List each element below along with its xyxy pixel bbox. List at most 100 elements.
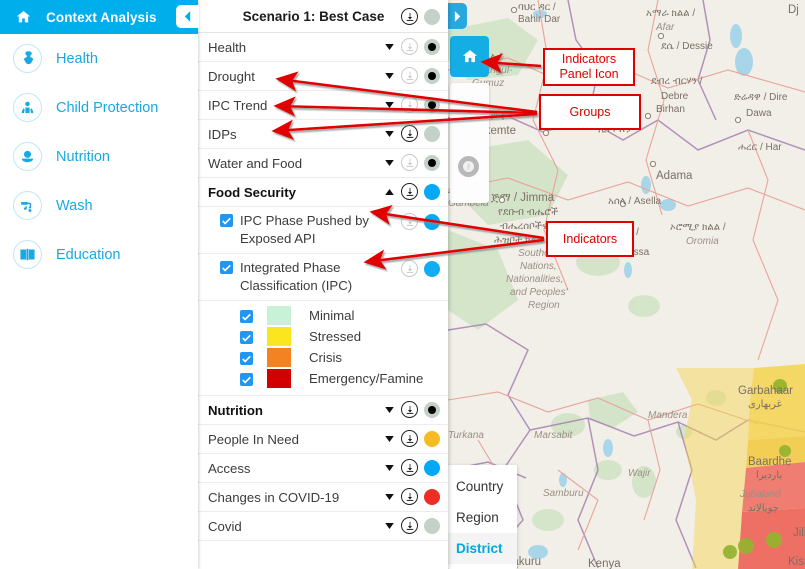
group-row-access[interactable]: Access: [198, 454, 448, 483]
chevron-up-icon[interactable]: [384, 186, 395, 197]
indicator-label: IPC Phase Pushed by Exposed API: [240, 213, 370, 246]
map-place-label: Debre: [661, 91, 689, 102]
status-dot[interactable]: [424, 401, 440, 418]
download-icon[interactable]: [401, 67, 418, 84]
group-row-health[interactable]: Health: [198, 33, 448, 62]
home-icon[interactable]: [13, 7, 33, 27]
download-icon[interactable]: [401, 183, 418, 200]
status-dot[interactable]: [424, 459, 440, 476]
chevron-down-icon[interactable]: [384, 99, 395, 110]
group-row-idps[interactable]: IDPs: [198, 120, 448, 149]
child-protection-icon: [13, 93, 42, 122]
map-place-label: Oromia: [686, 236, 719, 247]
status-dot[interactable]: [424, 154, 440, 171]
group-row-drought[interactable]: Drought: [198, 62, 448, 91]
row-controls: [384, 37, 440, 55]
legend-label: Crisis: [309, 350, 342, 365]
row-controls: [384, 95, 440, 113]
indicator-checkbox[interactable]: [220, 261, 233, 274]
chevron-right-icon[interactable]: [448, 3, 467, 29]
row-controls: [401, 212, 440, 230]
group-row-water-and-food[interactable]: Water and Food: [198, 149, 448, 178]
map-place-label: and Peoples': [510, 287, 568, 298]
status-dot[interactable]: [424, 488, 440, 505]
status-dot[interactable]: [424, 517, 440, 534]
admin-level-country[interactable]: Country: [448, 471, 517, 502]
download-icon[interactable]: [401, 154, 418, 171]
legend-checkbox[interactable]: [240, 373, 253, 386]
indicator-row-ipc-phase-pushed[interactable]: IPC Phase Pushed by Exposed API: [198, 207, 448, 254]
map-place-label: የደቡብ ብሔሮች: [498, 207, 559, 218]
group-label: Changes in COVID-19: [208, 490, 340, 505]
sidebar-item-health[interactable]: Health: [0, 34, 198, 83]
download-icon[interactable]: [401, 38, 418, 55]
download-icon[interactable]: [401, 459, 418, 476]
globe-icon[interactable]: [458, 156, 479, 177]
sidebar-item-wash[interactable]: Wash: [0, 181, 198, 230]
group-row-nutrition[interactable]: Nutrition: [198, 396, 448, 425]
sidebar-item-nutrition[interactable]: Nutrition: [0, 132, 198, 181]
map-place-label: باردیرا: [756, 470, 783, 481]
legend-item-minimal[interactable]: Minimal: [240, 305, 448, 326]
legend-checkbox[interactable]: [240, 310, 253, 323]
download-icon[interactable]: [401, 517, 418, 534]
status-dot[interactable]: [424, 213, 440, 230]
group-row-food-security[interactable]: Food Security: [198, 178, 448, 207]
chevron-down-icon[interactable]: [384, 462, 395, 473]
status-dot[interactable]: [424, 183, 440, 200]
download-icon[interactable]: [401, 488, 418, 505]
chevron-down-icon[interactable]: [384, 70, 395, 81]
chevron-down-icon[interactable]: [384, 157, 395, 168]
status-dot[interactable]: [424, 260, 440, 277]
download-icon[interactable]: [401, 430, 418, 447]
indicator-checkbox[interactable]: [220, 214, 233, 227]
row-controls: [384, 487, 440, 505]
sidebar-item-child-protection[interactable]: Child Protection: [0, 83, 198, 132]
chevron-down-icon[interactable]: [384, 520, 395, 531]
legend-checkbox[interactable]: [240, 331, 253, 344]
home-icon: [462, 50, 477, 63]
map-place-label: Jili: [793, 527, 805, 539]
legend-checkbox[interactable]: [240, 352, 253, 365]
group-row-ipc-trend[interactable]: IPC Trend: [198, 91, 448, 120]
admin-level-region[interactable]: Region: [448, 502, 517, 533]
indicators-panel-home-button[interactable]: [450, 36, 489, 77]
download-icon[interactable]: [401, 213, 418, 230]
map-place-label: ድሬዳዋ / Dire: [734, 92, 788, 103]
legend-item-crisis[interactable]: Crisis: [240, 347, 448, 368]
status-dot[interactable]: [424, 430, 440, 447]
chevron-down-icon[interactable]: [384, 41, 395, 52]
chevron-left-icon[interactable]: [176, 5, 199, 28]
status-dot[interactable]: [424, 8, 440, 25]
indicator-row-integrated-phase-classification[interactable]: Integrated Phase Classification (IPC): [198, 254, 448, 301]
status-dot[interactable]: [424, 125, 440, 142]
row-controls: [384, 516, 440, 534]
sidebar-item-label: Child Protection: [56, 99, 159, 116]
download-icon[interactable]: [401, 8, 418, 25]
map-place-label: Jubaland: [740, 489, 781, 500]
nutrition-icon: [13, 142, 42, 171]
chevron-down-icon[interactable]: [384, 491, 395, 502]
panel-header: Scenario 1: Best Case: [198, 0, 448, 33]
group-row-people-in-need[interactable]: People In Need: [198, 425, 448, 454]
download-icon[interactable]: [401, 96, 418, 113]
group-row-covid[interactable]: Covid: [198, 512, 448, 541]
legend-label: Minimal: [309, 308, 355, 323]
group-row-changes-in-covid-19[interactable]: Changes in COVID-19: [198, 483, 448, 512]
legend-item-emergency-famine[interactable]: Emergency/Famine: [240, 368, 448, 389]
health-icon: [13, 44, 42, 73]
admin-level-selector[interactable]: Country Region District: [448, 465, 517, 569]
status-dot[interactable]: [424, 67, 440, 84]
status-dot[interactable]: [424, 38, 440, 55]
chevron-down-icon[interactable]: [384, 128, 395, 139]
download-icon[interactable]: [401, 125, 418, 142]
chevron-down-icon[interactable]: [384, 404, 395, 415]
status-dot[interactable]: [424, 96, 440, 113]
map-place-label: Nations,: [520, 261, 557, 272]
legend-item-stressed[interactable]: Stressed: [240, 326, 448, 347]
chevron-down-icon[interactable]: [384, 433, 395, 444]
download-icon[interactable]: [401, 260, 418, 277]
download-icon[interactable]: [401, 401, 418, 418]
sidebar-item-education[interactable]: Education: [0, 230, 198, 279]
admin-level-district[interactable]: District: [448, 533, 517, 564]
